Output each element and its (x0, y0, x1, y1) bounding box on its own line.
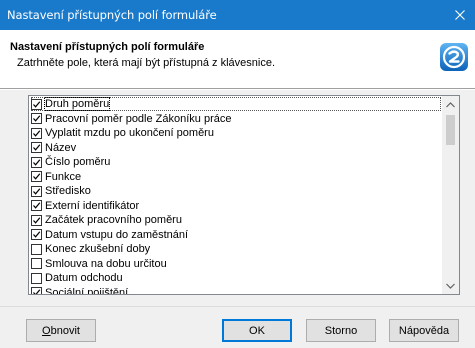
dialog-header: Nastavení přístupných polí formuláře Zat… (0, 30, 475, 88)
checkmark-icon (33, 144, 41, 151)
checkbox[interactable] (31, 243, 42, 255)
list-item-label: Název (45, 141, 77, 154)
checkbox[interactable] (31, 171, 42, 182)
footer-divider (0, 306, 475, 307)
refresh-label: bnovit (50, 324, 80, 337)
list-item[interactable]: Druh poměru (31, 97, 441, 111)
list-item-label: Středisko (45, 185, 91, 197)
help-label: Nápověda (398, 324, 450, 337)
list-item[interactable]: Název (31, 141, 441, 155)
list-item[interactable]: Externí identifikátor (31, 199, 441, 213)
list-item-label: Druh poměru (43, 97, 111, 111)
checkbox[interactable] (31, 229, 42, 240)
list-item[interactable]: Pracovní poměr podle Zákoníku práce (31, 112, 441, 126)
header-title: Nastavení přístupných polí formuláře (10, 41, 205, 53)
list-item-label: Smlouva na dobu určitou (45, 257, 167, 270)
checkbox[interactable] (31, 127, 42, 139)
checkmark-icon (33, 289, 41, 294)
vertical-scrollbar[interactable] (442, 96, 459, 294)
list-item[interactable]: Vyplatit mzdu po ukončení poměru (31, 126, 441, 140)
checkmark-icon (33, 187, 41, 195)
chevron-down-icon (446, 283, 455, 289)
list-item[interactable]: Datum vstupu do zaměstnání (31, 228, 441, 242)
checkbox[interactable] (31, 200, 42, 211)
list-item-label: Číslo poměru (45, 156, 111, 168)
ok-label: OK (249, 324, 265, 337)
fields-checklist[interactable]: Druh poměru Pracovní poměr podle Zákoníku… (28, 95, 460, 295)
title-bar: Nastavení přístupných polí formuláře (0, 0, 475, 30)
checkmark-icon (33, 231, 41, 238)
checkmark-icon (33, 173, 41, 180)
list-item-label: Pracovní poměr podle Zákoníku práce (45, 112, 232, 125)
checkmark-icon (33, 158, 41, 166)
list-item-label: Sociální pojištění (45, 286, 129, 295)
checkmark-icon (33, 202, 41, 209)
checkbox[interactable] (31, 98, 42, 110)
app-logo-icon (440, 43, 468, 71)
refresh-accesskey: O (42, 324, 51, 337)
list-item-label: Datum vstupu do zaměstnání (45, 228, 189, 241)
list-item[interactable]: Datum odchodu (31, 271, 441, 285)
list-item[interactable]: Smlouva na dobu určitou (31, 257, 441, 271)
scrollbar-thumb[interactable] (446, 115, 455, 145)
list-item[interactable]: Číslo poměru (31, 155, 441, 169)
list-item[interactable]: Začátek pracovního poměru (31, 213, 441, 227)
checkbox[interactable] (31, 214, 42, 226)
close-button[interactable] (445, 0, 475, 30)
refresh-button[interactable]: Obnovit (26, 319, 96, 342)
checkbox[interactable] (31, 258, 42, 269)
scroll-up-button[interactable] (442, 96, 459, 113)
chevron-up-icon (446, 101, 455, 107)
cancel-button[interactable]: Storno (306, 319, 376, 342)
list-item[interactable]: Sociální pojištění (31, 286, 441, 295)
checkbox[interactable] (31, 113, 42, 124)
list-item[interactable]: Funkce (31, 170, 441, 184)
cancel-label: Storno (324, 324, 358, 337)
window-title: Nastavení přístupných polí formuláře (7, 8, 217, 22)
checkbox[interactable] (31, 287, 42, 294)
checkmark-icon (33, 100, 41, 108)
checkmark-icon (33, 115, 41, 122)
header-subtitle: Zatrhněte pole, která mají být přístupná… (17, 57, 276, 69)
list-item-label: Začátek pracovního poměru (45, 214, 182, 226)
checkbox[interactable] (31, 142, 42, 153)
list-item-label: Funkce (45, 170, 82, 183)
checkmark-icon (33, 216, 41, 224)
list-item[interactable]: Konec zkušební doby (31, 242, 441, 256)
list-item-label: Datum odchodu (45, 272, 123, 284)
checkbox[interactable] (31, 185, 42, 197)
close-icon (455, 10, 465, 20)
checkmark-icon (33, 129, 41, 137)
help-button[interactable]: Nápověda (389, 319, 459, 342)
list-item-label: Konec zkušební doby (45, 243, 151, 255)
ok-button[interactable]: OK (222, 319, 292, 342)
list-item[interactable]: Středisko (31, 184, 441, 198)
list-item-label: Vyplatit mzdu po ukončení poměru (45, 127, 214, 139)
list-item-label: Externí identifikátor (45, 199, 140, 212)
scroll-down-button[interactable] (442, 277, 459, 294)
checkbox[interactable] (31, 156, 42, 168)
checkbox[interactable] (31, 272, 42, 284)
